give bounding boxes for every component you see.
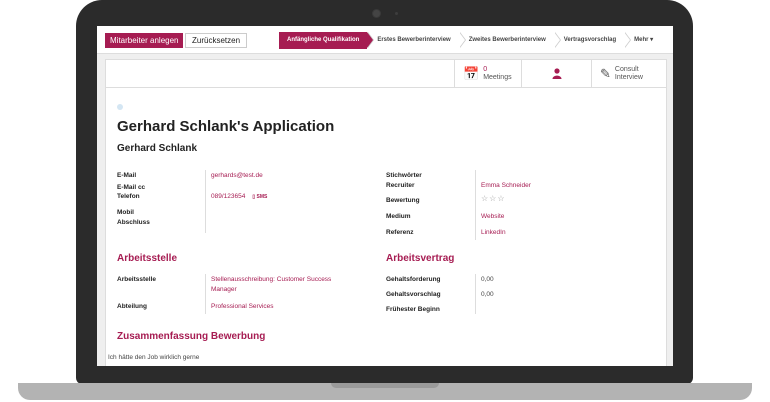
sms-button[interactable]: ▯ SMS	[252, 194, 267, 200]
medium-label: Medium	[386, 213, 411, 220]
stage-label: Vertragsvorschlag	[563, 37, 617, 43]
meetings-label: Meetings	[483, 73, 512, 81]
calendar-icon: 📅	[463, 65, 480, 81]
position-value[interactable]: Stellenausschreibung: Customer Success M…	[211, 276, 331, 293]
job-section-title: Arbeitsstelle	[117, 253, 178, 264]
consult-label-line2: Interview	[614, 73, 643, 81]
degree-label: Abschluss	[117, 219, 150, 226]
star-icon[interactable]: ☆	[497, 194, 505, 203]
consult-interview-button[interactable]: ✎ Consult Interview	[591, 60, 666, 87]
referral-label: Referenz	[386, 229, 414, 236]
expected-salary-label: Gehaltsforderung	[386, 276, 441, 283]
laptop-screen: Mitarbeiter anlegen Zurücksetzen Anfängl…	[97, 26, 673, 366]
reset-button[interactable]: Zurücksetzen	[185, 33, 248, 48]
email-label: E-Mail	[117, 172, 137, 179]
recruiter-value[interactable]: Emma Schneider	[481, 182, 531, 189]
star-icon[interactable]: ☆	[481, 194, 489, 203]
referral-value[interactable]: LinkedIn	[481, 229, 506, 236]
stage-pipeline: Anfängliche Qualifikation Erstes Bewerbe…	[279, 32, 653, 49]
stage-label: Anfängliche Qualifikation	[287, 37, 360, 43]
stage-second-interview[interactable]: Zweites Bewerberinterview	[458, 32, 561, 49]
stage-label: Zweites Bewerberinterview	[468, 37, 546, 43]
applicant-name[interactable]: Gerhard Schlank	[117, 143, 197, 154]
field-divider	[475, 170, 476, 240]
form-header: Mitarbeiter anlegen Zurücksetzen Anfängl…	[97, 26, 673, 54]
summary-text[interactable]: Ich hätte den Job wirklich gerne	[108, 354, 199, 361]
position-label: Arbeitsstelle	[117, 276, 157, 283]
field-divider	[205, 170, 206, 233]
recruiter-label: Recruiter	[386, 182, 415, 189]
stage-contract-proposal[interactable]: Vertragsvorschlag	[553, 32, 632, 49]
department-label: Abteilung	[117, 303, 147, 310]
phone-value: 089/123654	[211, 193, 246, 200]
phone-label: Telefon	[117, 193, 140, 200]
sensor-dot	[395, 12, 398, 15]
edit-icon: ✎	[600, 65, 611, 81]
stage-initial-qualification[interactable]: Anfängliche Qualifikation	[279, 32, 375, 49]
expected-salary-value[interactable]: 0,00	[481, 276, 494, 283]
consult-label-line1: Consult	[614, 65, 639, 73]
laptop-base-notch	[331, 383, 439, 388]
create-employee-button[interactable]: Mitarbeiter anlegen	[105, 33, 184, 48]
priority-indicator[interactable]	[117, 104, 123, 110]
availability-label: Frühester Beginn	[386, 306, 440, 313]
email-value[interactable]: gerhards@test.de	[211, 172, 263, 179]
medium-value[interactable]: Website	[481, 213, 504, 220]
laptop-mockup: Mitarbeiter anlegen Zurücksetzen Anfängl…	[0, 0, 770, 402]
stage-first-interview[interactable]: Erstes Bewerberinterview	[367, 32, 466, 49]
tags-label: Stichwörter	[386, 172, 422, 179]
rating-stars[interactable]: ☆☆☆	[481, 194, 506, 203]
employee-button[interactable]	[521, 60, 591, 87]
meetings-button[interactable]: 📅 0 Meetings	[454, 60, 521, 87]
sms-label: SMS	[256, 194, 268, 200]
webcam-icon	[373, 10, 380, 17]
form-sheet: 📅 0 Meetings ✎ Consult Interview Gerhard…	[105, 59, 667, 366]
meetings-count: 0	[483, 65, 488, 73]
rating-label: Bewertung	[386, 197, 420, 204]
smart-button-box: 📅 0 Meetings ✎ Consult Interview	[106, 60, 666, 88]
summary-section-title: Zusammenfassung Bewerbung	[117, 331, 266, 342]
proposed-salary-label: Gehaltsvorschlag	[386, 291, 441, 298]
position-value-line2: Manager	[211, 286, 237, 293]
email-cc-label: E-Mail cc	[117, 184, 146, 191]
stage-label: Erstes Bewerberinterview	[377, 37, 451, 43]
user-icon	[552, 68, 562, 79]
department-value[interactable]: Professional Services	[211, 303, 274, 310]
mobile-label: Mobil	[117, 209, 134, 216]
field-divider	[205, 274, 206, 314]
field-divider	[475, 274, 476, 314]
proposed-salary-value[interactable]: 0,00	[481, 291, 494, 298]
contract-section-title: Arbeitsvertrag	[386, 253, 455, 264]
phone-field[interactable]: 089/123654 ▯ SMS	[211, 193, 267, 200]
position-value-line1: Stellenausschreibung: Customer Success	[211, 276, 332, 283]
application-title[interactable]: Gerhard Schlank's Application	[117, 118, 334, 135]
